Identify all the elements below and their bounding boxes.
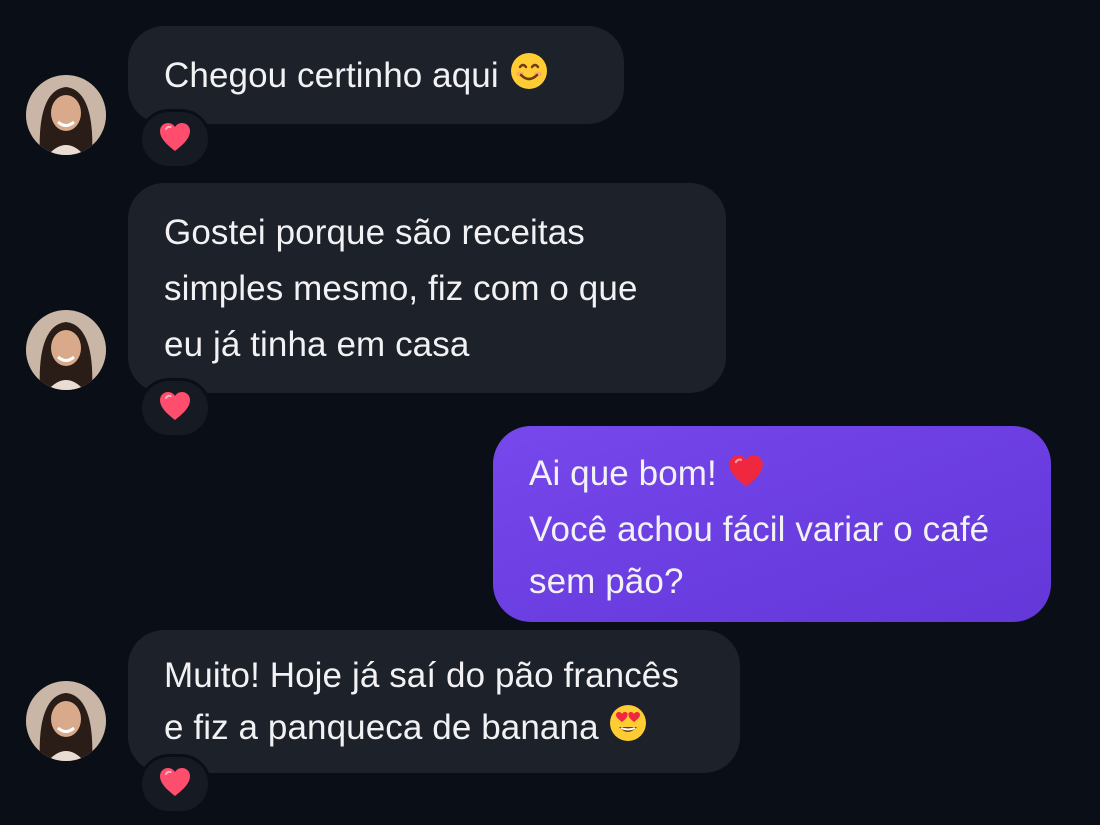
heart-icon (158, 390, 192, 427)
reaction-badge[interactable] (139, 109, 211, 169)
reaction-badge[interactable] (139, 378, 211, 438)
contact-avatar[interactable] (26, 681, 106, 761)
heart-icon (158, 121, 192, 158)
contact-avatar[interactable] (26, 75, 106, 155)
message-text: e fiz a panqueca de banana (164, 708, 599, 747)
message-text: Chegou certinho aqui (164, 56, 499, 95)
heart-eyes-face-icon (608, 703, 648, 758)
heart-icon (158, 766, 192, 803)
message-text-line: Você achou fácil variar o café (529, 510, 990, 549)
message-text-line: sem pão? (529, 562, 684, 601)
red-heart-icon (727, 452, 765, 504)
message-text-line: eu já tinha em casa (164, 325, 470, 364)
reaction-badge[interactable] (139, 754, 211, 814)
message-bubble-incoming[interactable]: Chegou certinho aqui (128, 26, 624, 124)
contact-avatar[interactable] (26, 310, 106, 390)
message-bubble-incoming[interactable]: Gostei porque são receitas simples mesmo… (128, 183, 726, 393)
message-bubble-incoming[interactable]: Muito! Hoje já saí do pão francês e fiz … (128, 630, 740, 773)
message-text-line: simples mesmo, fiz com o que (164, 269, 638, 308)
smiling-face-icon (509, 51, 549, 108)
message-text-line: Muito! Hoje já saí do pão francês (164, 656, 679, 695)
message-bubble-outgoing[interactable]: Ai que bom! Você achou fácil variar o ca… (493, 426, 1051, 622)
message-text-line: Gostei porque são receitas (164, 213, 585, 252)
message-text: Ai que bom! (529, 454, 717, 493)
chat-thread: Chegou certinho aqui Gostei porque são r… (0, 0, 1100, 825)
